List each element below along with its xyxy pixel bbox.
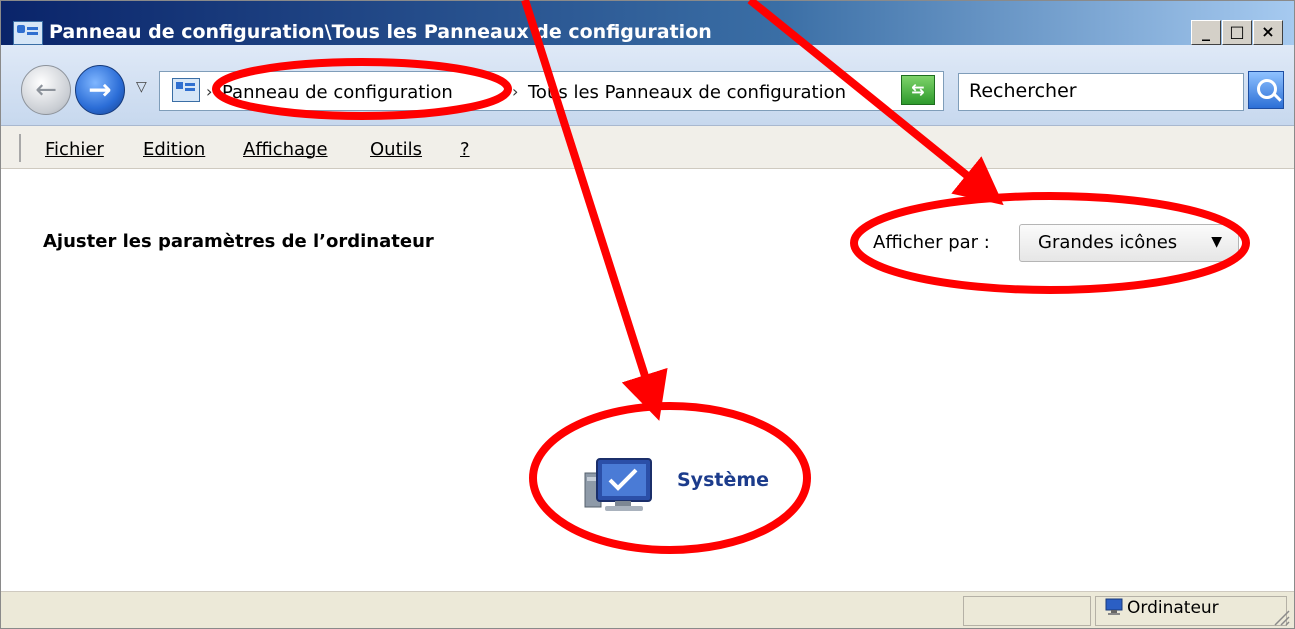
recent-pages-dropdown[interactable]: ▽: [136, 79, 147, 95]
content-area: Ajuster les paramètres de l’ordinateur A…: [1, 169, 1294, 591]
menu-view[interactable]: Affichage: [243, 139, 328, 160]
arrow-right-icon: →: [88, 73, 112, 106]
breadcrumb-all-control-panel-items[interactable]: Tous les Panneaux de configuration: [528, 82, 846, 103]
status-pane: [963, 596, 1091, 626]
search-button[interactable]: [1248, 71, 1284, 109]
menu-edit[interactable]: Edition: [143, 139, 205, 160]
back-button[interactable]: ←: [21, 65, 71, 115]
page-title: Ajuster les paramètres de l’ordinateur: [43, 231, 434, 252]
close-button[interactable]: ×: [1253, 20, 1283, 45]
view-by-dropdown[interactable]: Grandes icônes ▼: [1019, 224, 1239, 262]
control-panel-icon: [13, 21, 43, 45]
minimize-button[interactable]: _: [1191, 20, 1221, 45]
dropdown-arrow-icon: ▼: [1211, 234, 1222, 250]
menu-help[interactable]: ?: [460, 139, 470, 160]
window-title: Panneau de configuration\Tous les Pannea…: [49, 21, 712, 43]
arrow-left-icon: ←: [35, 75, 57, 105]
address-field[interactable]: › Panneau de configuration › Tous les Pa…: [159, 71, 944, 111]
breadcrumb-control-panel[interactable]: Panneau de configuration: [222, 82, 453, 103]
menu-file[interactable]: Fichier: [45, 139, 104, 160]
control-panel-icon: [172, 78, 200, 102]
menu-tools[interactable]: Outils: [370, 139, 422, 160]
chevron-right-icon: ›: [512, 82, 519, 101]
refresh-button[interactable]: ⇆: [901, 75, 935, 105]
view-by-label: Afficher par :: [873, 232, 990, 253]
title-bar: Panneau de configuration\Tous les Pannea…: [1, 1, 1294, 45]
status-bar: Ordinateur: [1, 591, 1294, 628]
system-monitor-icon[interactable]: [583, 455, 657, 515]
address-toolbar: ← → ▽ › Panneau de configuration › Tous …: [1, 45, 1294, 126]
toolbar-grip: [19, 134, 21, 162]
maximize-button[interactable]: □: [1222, 20, 1252, 45]
view-by-value: Grandes icônes: [1038, 232, 1178, 253]
refresh-icon: ⇆: [911, 80, 925, 99]
chevron-right-icon: ›: [206, 82, 213, 101]
resize-grip-icon[interactable]: [1270, 606, 1290, 626]
status-location: Ordinateur: [1127, 598, 1219, 618]
search-input[interactable]: Rechercher: [958, 73, 1244, 111]
control-panel-window: Panneau de configuration\Tous les Pannea…: [0, 0, 1295, 629]
computer-icon: [1105, 598, 1123, 615]
system-link[interactable]: Système: [677, 469, 769, 491]
forward-button[interactable]: →: [75, 65, 125, 115]
menu-bar: Fichier Edition Affichage Outils ?: [1, 126, 1294, 169]
